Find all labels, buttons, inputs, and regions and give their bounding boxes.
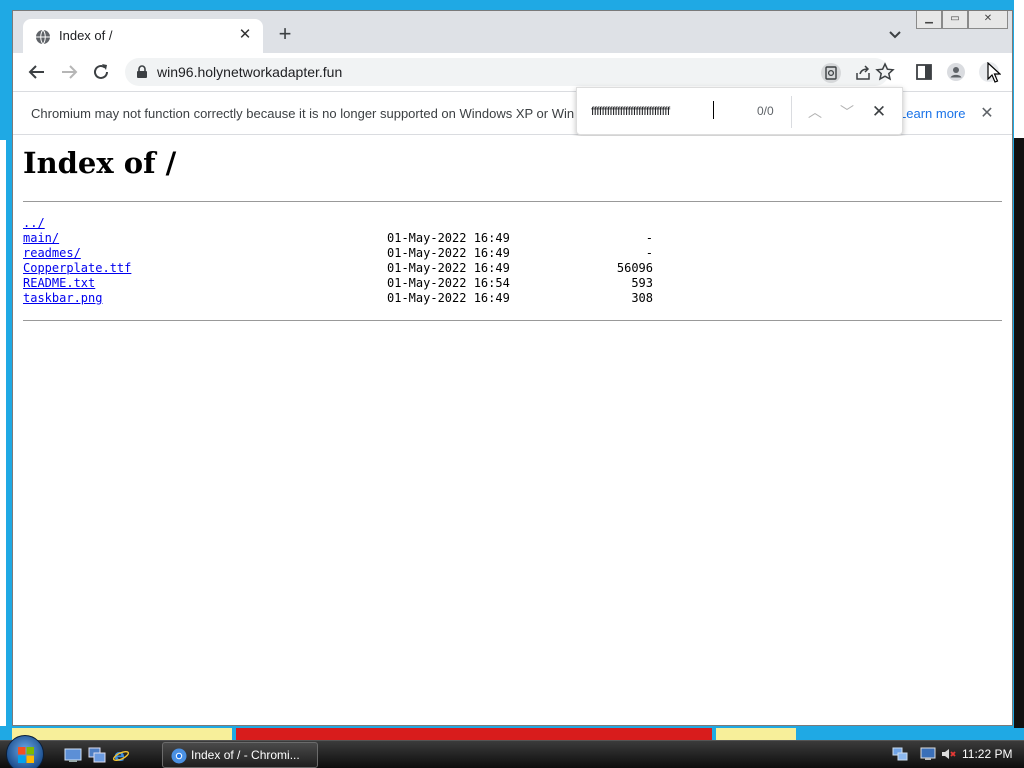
desktop-right-edge xyxy=(1014,0,1024,728)
toolbar: win96.holynetworkadapter.fun xyxy=(13,53,1012,91)
top-divider xyxy=(23,201,1002,202)
desktop-window-edge xyxy=(0,140,6,728)
entry-link[interactable]: README.txt xyxy=(23,276,95,291)
display-icon[interactable] xyxy=(920,746,936,762)
tab-close-icon[interactable]: ✕ xyxy=(235,25,255,45)
window-close-button[interactable]: ✕ xyxy=(968,11,1008,29)
learn-more-link[interactable]: Learn more xyxy=(899,106,965,121)
tab-index[interactable]: Index of / ✕ xyxy=(23,19,263,53)
desktop-dark-window-edge xyxy=(1014,138,1024,728)
entry-date: 01-May-2022 16:49 xyxy=(387,246,510,260)
find-divider xyxy=(791,96,792,128)
find-result-count: 0/0 xyxy=(757,104,774,118)
profile-icon[interactable] xyxy=(946,62,966,82)
entry-date: 01-May-2022 16:49 xyxy=(387,231,510,245)
up-arrow-icon[interactable]: ︿ xyxy=(805,102,825,122)
page-content: Index of / ../ main/ 01-May-2022 16:49 -… xyxy=(13,136,1012,725)
maximize-button[interactable]: ▭ xyxy=(942,11,968,29)
entry-size: 593 xyxy=(631,276,653,290)
find-close-icon[interactable]: ✕ xyxy=(869,102,889,122)
parent-row: ../ xyxy=(23,216,683,231)
entry-size: 56096 xyxy=(616,261,653,275)
entry-link[interactable]: taskbar.png xyxy=(23,291,102,306)
volume-muted-icon[interactable] xyxy=(940,746,956,762)
minimize-button[interactable]: ▁ xyxy=(916,11,942,29)
share-icon[interactable] xyxy=(853,63,873,83)
entry-size: - xyxy=(645,246,653,260)
tab-title: Index of / xyxy=(59,28,113,43)
lock-icon[interactable] xyxy=(135,65,149,79)
clock: 11:22 PM xyxy=(962,747,1013,761)
entry-date: 01-May-2022 16:49 xyxy=(387,291,510,305)
table-row: main/ 01-May-2022 16:49 - xyxy=(23,231,683,246)
desktop-wallpaper-yellow-2 xyxy=(716,728,796,740)
entry-date: 01-May-2022 16:49 xyxy=(387,261,510,275)
down-arrow-icon[interactable]: ﹀ xyxy=(837,102,857,122)
url-text: win96.holynetworkadapter.fun xyxy=(157,64,343,80)
taskbar: e Index of / - Chromi... 11:22 PM xyxy=(0,735,1024,768)
entry-date: 01-May-2022 16:54 xyxy=(387,276,510,290)
windows-start-icon xyxy=(18,747,34,763)
star-icon[interactable] xyxy=(875,62,895,82)
table-row: readmes/ 01-May-2022 16:49 - xyxy=(23,246,683,261)
chevron-down-icon[interactable] xyxy=(885,25,905,45)
directory-listing: ../ main/ 01-May-2022 16:49 - readmes/ 0… xyxy=(23,216,683,306)
show-desktop-icon[interactable] xyxy=(64,746,82,764)
system-tray: 11:22 PM xyxy=(884,741,1024,768)
taskbar-window-label: Index of / - Chromi... xyxy=(191,748,300,762)
entry-link[interactable]: readmes/ xyxy=(23,246,81,261)
desktop-wallpaper-yellow xyxy=(12,728,232,740)
table-row: Copperplate.ttf 01-May-2022 16:49 56096 xyxy=(23,261,683,276)
back-icon[interactable] xyxy=(25,60,49,84)
tab-strip: Index of / ✕ + ▁ ▭ ✕ xyxy=(13,11,1012,53)
find-bar: ffffffffffffffffffffffffffffff 0/0 ︿ ﹀ ✕ xyxy=(576,87,903,135)
desktop-left-edge xyxy=(0,0,10,728)
table-row: taskbar.png 01-May-2022 16:49 308 xyxy=(23,291,683,306)
address-bar[interactable]: win96.holynetworkadapter.fun xyxy=(125,58,889,86)
switch-windows-icon[interactable] xyxy=(88,746,106,764)
entry-link[interactable]: main/ xyxy=(23,231,59,246)
taskbar-window-button[interactable]: Index of / - Chromi... xyxy=(162,742,318,768)
find-input[interactable]: ffffffffffffffffffffffffffffff xyxy=(591,104,670,118)
globe-icon xyxy=(36,29,50,45)
text-caret xyxy=(713,101,714,119)
entry-size: 308 xyxy=(631,291,653,305)
reload-icon[interactable] xyxy=(89,60,113,84)
chromium-icon xyxy=(171,748,187,764)
bottom-divider xyxy=(23,320,1002,321)
internet-explorer-icon[interactable]: e xyxy=(112,746,130,764)
desktop-wallpaper-red xyxy=(236,728,712,740)
infobar-close-icon[interactable]: ✕ xyxy=(977,104,997,124)
parent-directory-link[interactable]: ../ xyxy=(23,216,45,231)
network-icon[interactable] xyxy=(892,746,908,762)
browser-window: Index of / ✕ + ▁ ▭ ✕ win96.holynetworkad… xyxy=(12,10,1013,726)
new-tab-button[interactable]: + xyxy=(273,23,297,47)
side-panel-icon[interactable] xyxy=(914,62,934,82)
mouse-cursor-icon xyxy=(987,62,1001,83)
find-icon[interactable] xyxy=(821,63,841,83)
entry-link[interactable]: Copperplate.ttf xyxy=(23,261,131,276)
infobar-message: Chromium may not function correctly beca… xyxy=(31,106,575,121)
page-title: Index of / xyxy=(23,146,177,180)
table-row: README.txt 01-May-2022 16:54 593 xyxy=(23,276,683,291)
forward-icon[interactable] xyxy=(57,60,81,84)
entry-size: - xyxy=(645,231,653,245)
start-button[interactable] xyxy=(6,735,44,768)
